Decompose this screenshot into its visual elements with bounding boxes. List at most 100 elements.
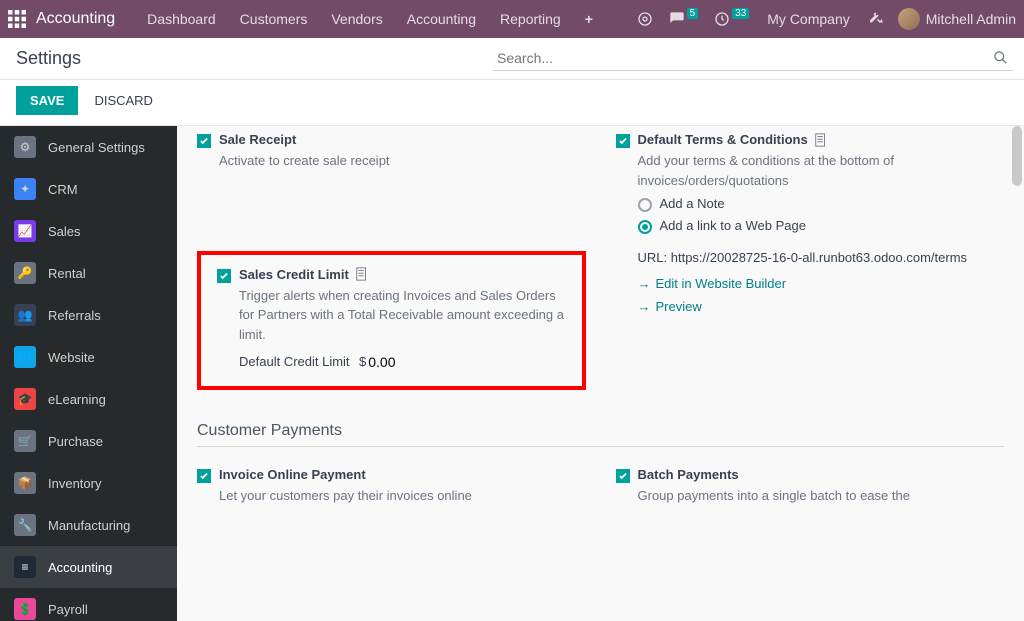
sidebar-icon: 💲 [14,598,36,620]
invoice-online-checkbox[interactable] [197,469,211,483]
save-button[interactable]: SAVE [16,86,78,115]
sidebar-label: Referrals [48,308,101,323]
doc-icon[interactable] [814,133,828,147]
setting-sale-receipt: Sale Receipt Activate to create sale rec… [197,126,586,191]
credit-limit-field-label: Default Credit Limit [239,354,359,369]
nav-dashboard[interactable]: Dashboard [147,11,216,27]
nav-reporting[interactable]: Reporting [500,11,561,27]
sidebar-icon: 🛒 [14,430,36,452]
credit-limit-title: Sales Credit Limit [239,267,349,282]
sidebar-item-accounting[interactable]: ≡ Accounting [0,546,177,588]
sidebar-icon: 🎓 [14,388,36,410]
settings-content: Sale Receipt Activate to create sale rec… [177,126,1024,621]
app-name[interactable]: Accounting [36,10,115,28]
batch-payments-checkbox[interactable] [616,469,630,483]
url-label: URL: [638,250,668,265]
credit-limit-checkbox[interactable] [217,269,231,283]
sale-receipt-checkbox[interactable] [197,134,211,148]
radio-icon [638,198,652,212]
sidebar-label: Manufacturing [48,518,130,533]
company-selector[interactable]: My Company [767,11,849,27]
sale-receipt-desc: Activate to create sale receipt [219,151,586,171]
messages-icon[interactable]: 5 [669,11,699,27]
sidebar-label: Purchase [48,434,103,449]
breadcrumb-bar: Settings [0,38,1024,80]
settings-sidebar: ⚙ General Settings ✦ CRM 📈 Sales 🔑 Rental 👥 Refer… [0,126,177,621]
sidebar-label: Inventory [48,476,101,491]
sidebar-label: CRM [48,182,78,197]
sidebar-icon: 📈 [14,220,36,242]
sidebar-item-website[interactable]: 🌐 Website [0,336,177,378]
content-scrollbar[interactable] [1010,126,1024,621]
nav-customers[interactable]: Customers [240,11,308,27]
sidebar-item-inventory[interactable]: 📦 Inventory [0,462,177,504]
discard-button[interactable]: DISCARD [94,93,153,108]
batch-payments-title: Batch Payments [638,467,739,482]
credit-limit-input[interactable] [368,354,428,370]
nav-add-icon[interactable]: + [585,11,593,27]
sidebar-item-crm[interactable]: ✦ CRM [0,168,177,210]
url-value: https://20028725-16-0-all.runbot63.odoo.… [671,250,967,265]
doc-icon[interactable] [355,267,369,281]
credit-limit-desc: Trigger alerts when creating Invoices an… [239,286,566,345]
activities-badge: 33 [732,8,749,19]
edit-website-builder-link[interactable]: →Edit in Website Builder [638,276,1005,291]
sidebar-item-referrals[interactable]: 👥 Referrals [0,294,177,336]
invoice-online-title: Invoice Online Payment [219,467,366,482]
sidebar-item-payroll[interactable]: 💲 Payroll [0,588,177,621]
default-terms-checkbox[interactable] [616,134,630,148]
sidebar-item-manufacturing[interactable]: 🔧 Manufacturing [0,504,177,546]
avatar [898,8,920,30]
page-title: Settings [16,48,81,69]
default-terms-desc: Add your terms & conditions at the botto… [638,151,1005,190]
sidebar-label: Accounting [48,560,112,575]
sidebar-item-purchase[interactable]: 🛒 Purchase [0,420,177,462]
batch-payments-desc: Group payments into a single batch to ea… [638,486,1005,506]
action-bar: SAVE DISCARD [0,80,1024,126]
sidebar-icon: ⚙ [14,136,36,158]
search-input[interactable] [493,46,1013,71]
sidebar-item-sales[interactable]: 📈 Sales [0,210,177,252]
terms-opt-note-label: Add a Note [660,196,725,211]
invoice-online-desc: Let your customers pay their invoices on… [219,486,586,506]
nav-accounting[interactable]: Accounting [407,11,476,27]
messages-badge: 5 [687,8,699,19]
debug-icon[interactable] [868,11,884,27]
sidebar-item-general-settings[interactable]: ⚙ General Settings [0,126,177,168]
sale-receipt-title: Sale Receipt [219,132,296,147]
sidebar-label: eLearning [48,392,106,407]
sidebar-item-rental[interactable]: 🔑 Rental [0,252,177,294]
sidebar-item-elearning[interactable]: 🎓 eLearning [0,378,177,420]
sidebar-icon: 🌐 [14,346,36,368]
user-menu[interactable]: Mitchell Admin [898,8,1016,30]
sidebar-label: Website [48,350,95,365]
sidebar-icon: ✦ [14,178,36,200]
highlighted-credit-limit: Sales Credit Limit Trigger alerts when c… [197,251,586,391]
sidebar-label: Rental [48,266,86,281]
setting-default-terms: Default Terms & Conditions Add your term… [616,126,1005,334]
sidebar-label: General Settings [48,140,145,155]
terms-opt-link[interactable]: Add a link to a Web Page [638,218,1005,234]
sidebar-label: Sales [48,224,81,239]
search-icon[interactable] [993,50,1008,68]
default-terms-title: Default Terms & Conditions [638,132,808,147]
top-nav: Accounting Dashboard Customers Vendors A… [0,0,1024,38]
radio-icon [638,220,652,234]
nav-vendors[interactable]: Vendors [331,11,382,27]
sidebar-icon: 🔧 [14,514,36,536]
activities-icon[interactable]: 33 [714,11,749,27]
setting-batch-payments: Batch Payments Group payments into a sin… [616,461,1005,526]
sidebar-icon: 👥 [14,304,36,326]
apps-grid-icon[interactable] [8,10,26,28]
setting-invoice-online: Invoice Online Payment Let your customer… [197,461,586,526]
sidebar-icon: ≡ [14,556,36,578]
sidebar-icon: 🔑 [14,262,36,284]
currency-symbol: $ [359,354,366,369]
user-name: Mitchell Admin [926,11,1016,27]
support-icon[interactable] [637,11,653,27]
preview-link[interactable]: →Preview [638,299,1005,314]
terms-opt-note[interactable]: Add a Note [638,196,1005,212]
sidebar-label: Payroll [48,602,88,617]
sidebar-icon: 📦 [14,472,36,494]
terms-opt-link-label: Add a link to a Web Page [660,218,806,233]
